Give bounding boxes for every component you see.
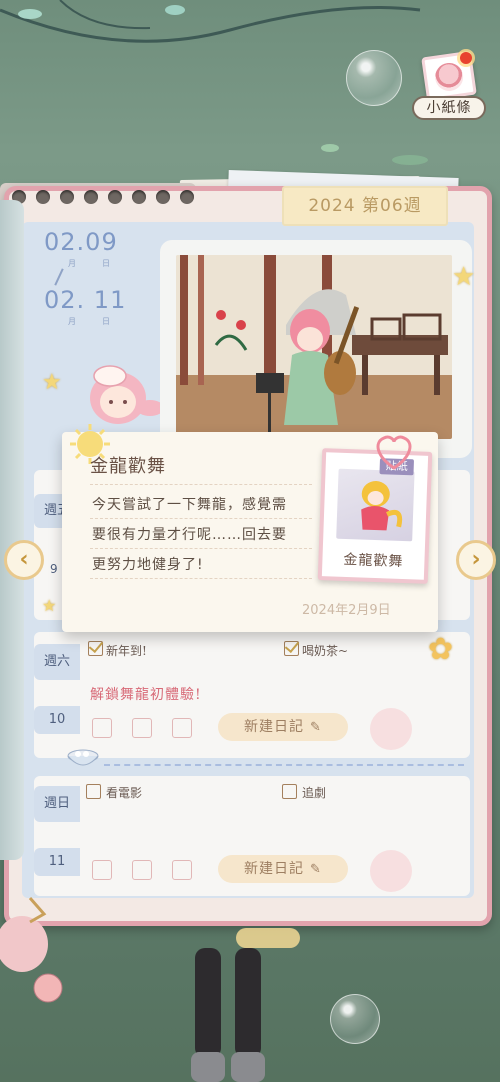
sticker-slot[interactable] xyxy=(132,860,152,880)
binder-ring-icon xyxy=(36,190,50,204)
binder-rings xyxy=(12,190,194,204)
binder-ring-icon xyxy=(84,190,98,204)
new-diary-button[interactable]: 新建日記 ✎ xyxy=(218,713,348,741)
binder-ring-icon xyxy=(108,190,122,204)
day-number-tab: 11 xyxy=(34,848,80,876)
end-month-label: 月 xyxy=(68,317,76,326)
day-number: 9 xyxy=(50,562,58,576)
next-week-button[interactable]: › xyxy=(456,540,496,580)
notification-dot-icon xyxy=(460,52,472,64)
bubble-decoration xyxy=(346,50,402,106)
diary-photo[interactable] xyxy=(176,255,452,439)
checklist-item-text: 新年到! xyxy=(106,644,147,658)
weekday-label: 週六 xyxy=(43,654,70,669)
sticker-slot[interactable] xyxy=(92,860,112,880)
day-tab-sunday: 週日 xyxy=(34,786,80,822)
character-mini-decoration: ✿ xyxy=(428,632,454,667)
note-button[interactable]: 小紙條 xyxy=(410,50,488,122)
highlight-note: 解鎖舞龍初體驗! xyxy=(90,687,202,703)
diary-entry-date: 2024年2月9日 xyxy=(302,603,391,618)
new-diary-button[interactable]: 新建日記 ✎ xyxy=(218,855,348,883)
diary-entry-line: 更努力地健身了! xyxy=(92,557,204,573)
checklist-item-text: 喝奶茶~ xyxy=(302,644,349,658)
diary-entry-line: 今天嘗試了一下舞龍，感覺需 xyxy=(92,497,287,513)
weekday-label: 週日 xyxy=(43,796,70,811)
day-tab-saturday: 週六 xyxy=(34,644,80,680)
checklist-checkbox[interactable] xyxy=(86,784,101,799)
text-line-divider xyxy=(90,578,312,579)
ribbon-decoration xyxy=(236,928,300,948)
sticker-slot[interactable] xyxy=(92,718,112,738)
day-number: 10 xyxy=(48,712,66,727)
text-line-divider xyxy=(90,548,312,549)
end-date: 02. 11 xyxy=(44,286,127,314)
checklist-checkbox[interactable] xyxy=(284,641,299,656)
cat-ornament-decoration xyxy=(0,897,63,1003)
new-diary-label: 新建日記 xyxy=(244,719,305,735)
golden-dragon-sticker-icon xyxy=(361,481,403,531)
note-button-label: 小紙條 xyxy=(412,96,486,120)
text-line-divider xyxy=(90,518,312,519)
bowl-icon xyxy=(67,749,99,766)
binder-ring-icon xyxy=(156,190,170,204)
diary-entry-title: 金龍歡舞 xyxy=(90,456,166,477)
chevron-right-icon: › xyxy=(471,547,481,572)
checklist-item-text: 追劇 xyxy=(302,786,327,800)
day-number-tab: 10 xyxy=(34,706,80,734)
start-day-label: 日 xyxy=(102,259,110,268)
binder-ring-icon xyxy=(180,190,194,204)
edit-icon: ✎ xyxy=(310,720,322,735)
checklist-checkbox[interactable] xyxy=(282,784,297,799)
binder-ring-icon xyxy=(60,190,74,204)
diary-entry-line: 要很有力量才行呢……回去要 xyxy=(92,527,287,543)
previous-page-edge xyxy=(0,200,24,860)
edit-icon: ✎ xyxy=(310,862,322,877)
chevron-left-icon: ‹ xyxy=(19,547,29,572)
star-icon: ★ xyxy=(42,596,57,615)
sticker-slot[interactable] xyxy=(172,860,192,880)
stamp-placeholder[interactable] xyxy=(370,708,412,750)
previous-week-button[interactable]: ‹ xyxy=(4,540,44,580)
character-legs-decoration xyxy=(191,948,265,1082)
bubble-decoration xyxy=(330,994,380,1044)
sticker-image xyxy=(336,468,415,542)
sticker-slot[interactable] xyxy=(132,718,152,738)
start-date: 02.09 xyxy=(44,228,118,256)
checklist-item-text: 看電影 xyxy=(106,786,143,800)
pipa-scene-illustration xyxy=(176,255,452,439)
day-divider xyxy=(104,764,464,766)
star-icon: ★ xyxy=(42,370,62,395)
star-icon: ★ xyxy=(452,262,476,292)
sticker-slot[interactable] xyxy=(172,718,192,738)
checklist-checkbox[interactable] xyxy=(88,641,103,656)
start-month-label: 月 xyxy=(68,259,76,268)
end-day-label: 日 xyxy=(102,317,110,326)
text-line-divider xyxy=(90,484,312,485)
sticker-name: 金龍歡舞 xyxy=(343,551,404,571)
binder-ring-icon xyxy=(132,190,146,204)
new-diary-label: 新建日記 xyxy=(244,861,305,877)
day-number: 11 xyxy=(48,854,66,869)
heart-icon xyxy=(376,435,412,470)
stamp-placeholder[interactable] xyxy=(370,850,412,892)
week-label-tag: 2024 第06週 xyxy=(282,186,448,226)
